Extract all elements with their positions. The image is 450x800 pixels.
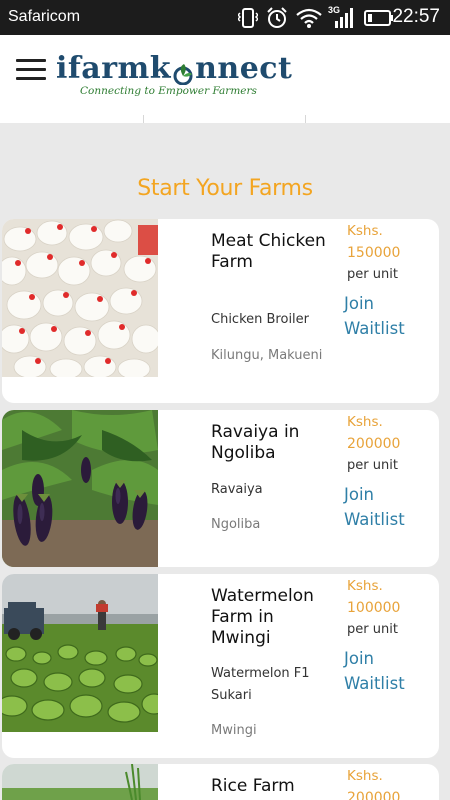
price-amount: 100000 xyxy=(347,600,401,616)
app-header: ifarmk nnect Connecting to Empower Farme… xyxy=(0,35,450,123)
price-amount: 150000 xyxy=(347,245,401,261)
logo-tagline: Connecting to Empower Farmers xyxy=(80,85,257,97)
price-amount: 200000 xyxy=(347,790,401,800)
farm-photo xyxy=(2,219,158,377)
farm-variety: Chicken Broiler xyxy=(211,312,310,327)
status-bar: Safaricom 3G 22:57 xyxy=(0,0,450,35)
farm-location: Mwingi xyxy=(211,723,257,738)
price-currency: Kshs. xyxy=(347,768,383,784)
battery-icon xyxy=(364,9,394,27)
price-unit: per unit xyxy=(347,458,398,473)
cellular-signal-icon: 3G xyxy=(328,5,356,29)
farm-card[interactable]: Rice Farm Kshs. 200000 xyxy=(2,764,439,800)
join-waitlist-link[interactable]: Join Waitlist xyxy=(344,291,434,341)
logo-text-end: nnect xyxy=(195,51,293,86)
price-currency: Kshs. xyxy=(347,578,383,594)
status-icons: 3G xyxy=(238,5,394,30)
price-amount: 200000 xyxy=(347,436,401,452)
network-type: 3G xyxy=(328,5,341,15)
price-currency: Kshs. xyxy=(347,223,383,239)
logo-text-start: ifarmk xyxy=(56,51,172,86)
farm-location: Kilungu, Makueni xyxy=(211,348,323,363)
alarm-icon xyxy=(266,7,288,29)
hamburger-menu-icon[interactable] xyxy=(16,59,46,83)
farm-name: Watermelon Farm in Mwingi xyxy=(211,586,314,648)
wifi-icon xyxy=(296,7,322,29)
join-waitlist-link[interactable]: Join Waitlist xyxy=(344,482,434,532)
section-title: Start Your Farms xyxy=(137,176,313,201)
farm-location: Ngoliba xyxy=(211,517,261,532)
clock: 22:57 xyxy=(392,6,440,27)
farm-variety: Ravaiya xyxy=(211,482,263,497)
farm-variety: Watermelon F1 Sukari xyxy=(211,666,310,703)
carrier-name: Safaricom xyxy=(8,8,81,25)
farm-name: Ravaiya in Ngoliba xyxy=(211,422,300,463)
price-currency: Kshs. xyxy=(347,414,383,430)
farm-card[interactable]: Watermelon Farm in Mwingi Watermelon F1 … xyxy=(2,574,439,758)
farm-name: Rice Farm xyxy=(211,776,295,796)
farm-name: Meat Chicken Farm xyxy=(211,231,326,272)
farm-card[interactable]: Meat Chicken Farm Chicken Broiler Kilung… xyxy=(2,219,439,403)
leaf-o-icon xyxy=(172,58,194,86)
tab-dividers xyxy=(0,115,450,123)
farm-photo xyxy=(2,410,158,567)
farm-photo xyxy=(2,764,158,800)
logo-wordmark: ifarmk nnect xyxy=(56,51,306,87)
price-unit: per unit xyxy=(347,267,398,282)
farm-photo xyxy=(2,574,158,732)
price-unit: per unit xyxy=(347,622,398,637)
join-waitlist-link[interactable]: Join Waitlist xyxy=(344,646,434,696)
farm-card[interactable]: Ravaiya in Ngoliba Ravaiya Ngoliba Kshs.… xyxy=(2,410,439,567)
app-logo: ifarmk nnect Connecting to Empower Farme… xyxy=(56,51,306,101)
vibrate-icon xyxy=(238,7,258,29)
